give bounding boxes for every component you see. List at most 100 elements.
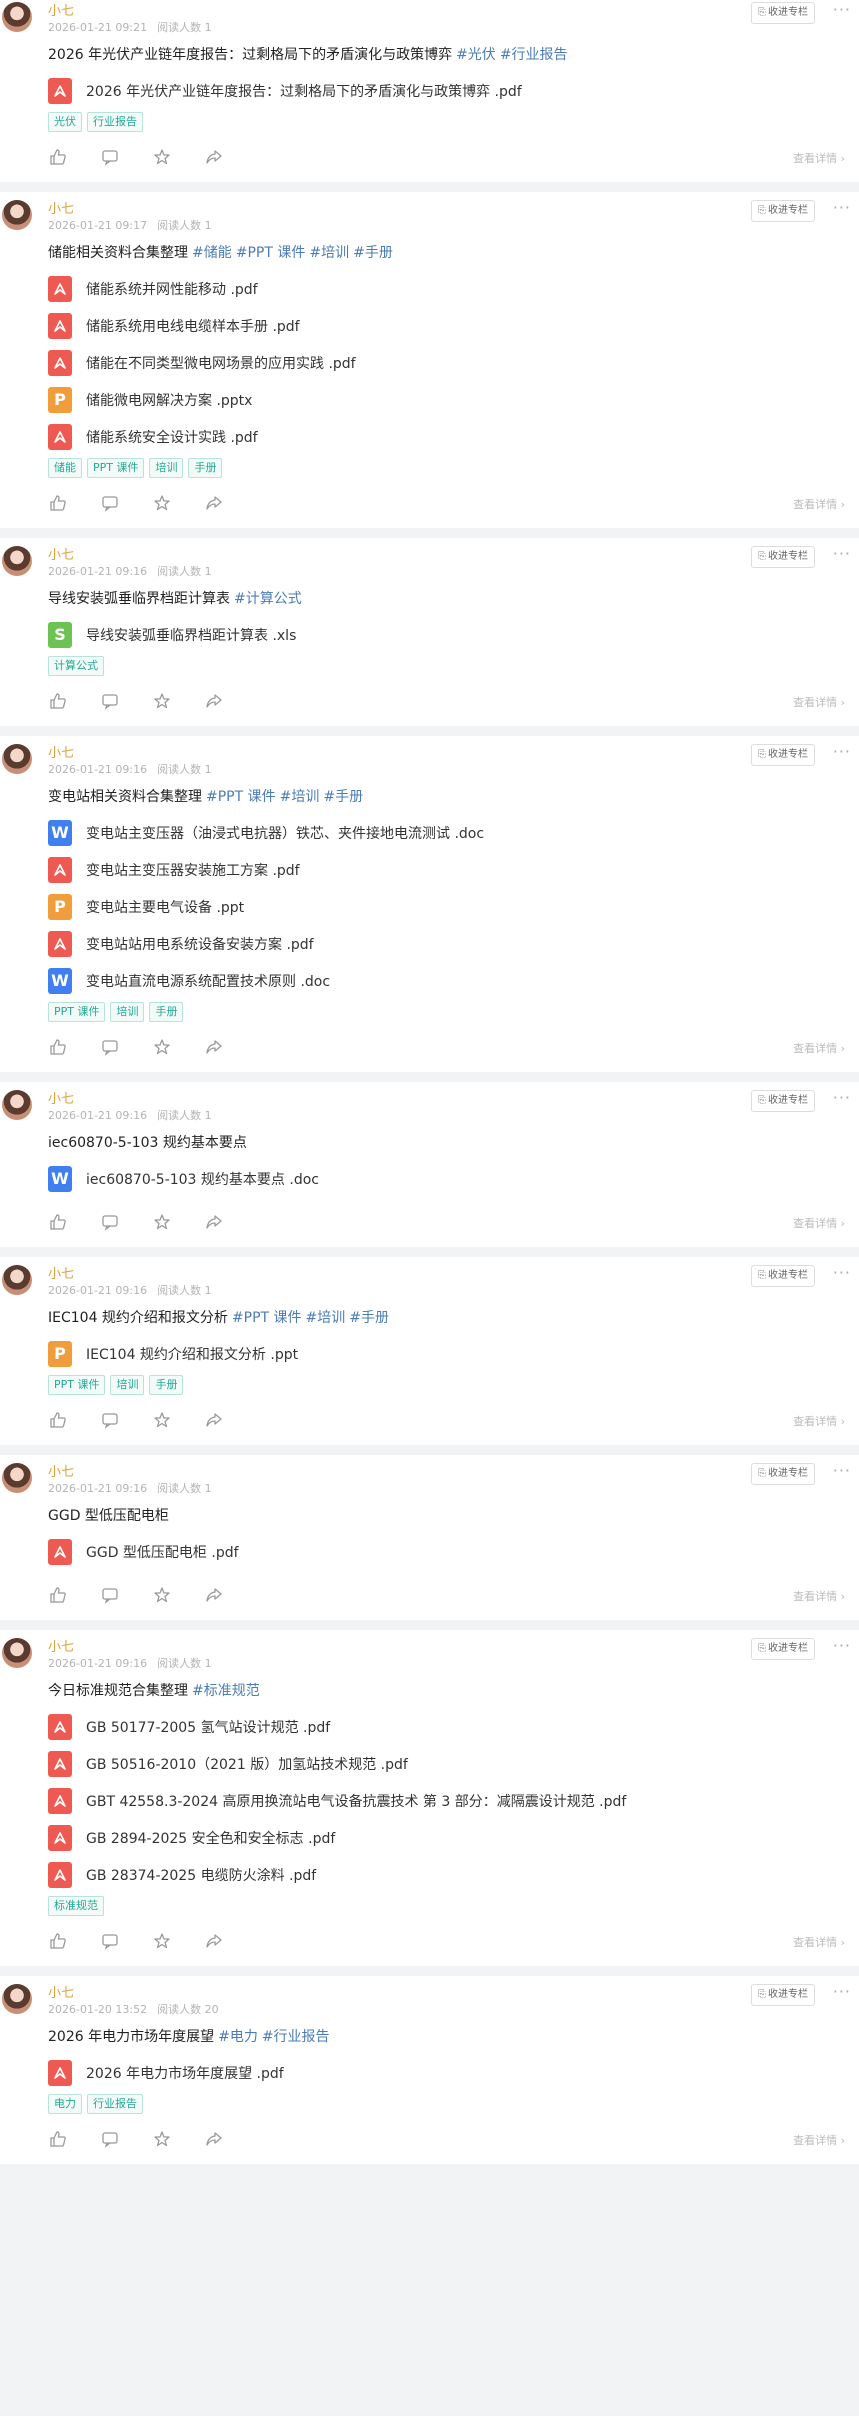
topic-chip[interactable]: 手册 (188, 458, 223, 478)
collect-button[interactable]: ⎘ 收进专栏 (751, 1265, 815, 1287)
hashtag-link[interactable]: #手册 (353, 245, 393, 261)
thumbs-up-icon[interactable] (48, 493, 68, 513)
thumbs-up-icon[interactable] (48, 2129, 68, 2149)
attachment-item[interactable]: 变电站主变压器安装施工方案 .pdf (48, 851, 859, 888)
more-menu-icon[interactable]: ··· (833, 198, 851, 217)
topic-chip[interactable]: PPT 课件 (48, 1002, 106, 1022)
author-name[interactable]: 小七 (48, 0, 74, 19)
collect-button[interactable]: ⎘ 收进专栏 (751, 546, 815, 568)
thumbs-up-icon[interactable] (48, 1212, 68, 1232)
share-icon[interactable] (204, 1037, 224, 1057)
more-menu-icon[interactable]: ··· (833, 1088, 851, 1107)
hashtag-link[interactable]: #培训 (306, 1310, 346, 1326)
topic-chip[interactable]: 计算公式 (48, 656, 104, 676)
thumbs-up-icon[interactable] (48, 1037, 68, 1057)
attachment-item[interactable]: 储能系统安全设计实践 .pdf (48, 418, 859, 455)
comment-icon[interactable] (100, 1037, 120, 1057)
hashtag-link[interactable]: #培训 (280, 789, 320, 805)
collect-button[interactable]: ⎘ 收进专栏 (751, 744, 815, 766)
hashtag-link[interactable]: #光伏 (456, 47, 496, 63)
collect-button[interactable]: ⎘ 收进专栏 (751, 1638, 815, 1660)
attachment-item[interactable]: 2026 年电力市场年度展望 .pdf (48, 2054, 859, 2091)
post-title[interactable]: 今日标准规范合集整理 #标准规范 (48, 1680, 859, 1702)
star-icon[interactable] (152, 1410, 172, 1430)
comment-icon[interactable] (100, 691, 120, 711)
avatar[interactable] (2, 1265, 32, 1295)
more-menu-icon[interactable]: ··· (833, 1263, 851, 1282)
collect-button[interactable]: ⎘ 收进专栏 (751, 1463, 815, 1485)
thumbs-up-icon[interactable] (48, 1931, 68, 1951)
author-name[interactable]: 小七 (48, 1982, 74, 2001)
attachment-item[interactable]: P 变电站主要电气设备 .ppt (48, 888, 859, 925)
attachment-item[interactable]: P IEC104 规约介绍和报文分析 .ppt (48, 1335, 859, 1372)
attachment-item[interactable]: 变电站站用电系统设备安装方案 .pdf (48, 925, 859, 962)
thumbs-up-icon[interactable] (48, 1585, 68, 1605)
star-icon[interactable] (152, 493, 172, 513)
topic-chip[interactable]: 行业报告 (87, 112, 143, 132)
author-name[interactable]: 小七 (48, 1461, 74, 1480)
post-title[interactable]: 储能相关资料合集整理 #储能 #PPT 课件 #培训 #手册 (48, 242, 859, 264)
attachment-item[interactable]: GBT 42558.3-2024 高原用换流站电气设备抗震技术 第 3 部分：减… (48, 1782, 859, 1819)
view-details-link[interactable]: 查看详情 › (793, 1215, 845, 1231)
topic-chip[interactable]: PPT 课件 (87, 458, 145, 478)
post-title[interactable]: GGD 型低压配电柜 (48, 1505, 859, 1527)
collect-button[interactable]: ⎘ 收进专栏 (751, 200, 815, 222)
hashtag-link[interactable]: #PPT 课件 (232, 1310, 302, 1326)
view-details-link[interactable]: 查看详情 › (793, 1413, 845, 1429)
share-icon[interactable] (204, 1585, 224, 1605)
share-icon[interactable] (204, 493, 224, 513)
attachment-item[interactable]: GB 50516-2010（2021 版）加氢站技术规范 .pdf (48, 1745, 859, 1782)
avatar[interactable] (2, 200, 32, 230)
topic-chip[interactable]: 培训 (110, 1002, 145, 1022)
thumbs-up-icon[interactable] (48, 147, 68, 167)
collect-button[interactable]: ⎘ 收进专栏 (751, 1090, 815, 1112)
hashtag-link[interactable]: #标准规范 (192, 1683, 260, 1699)
share-icon[interactable] (204, 1212, 224, 1232)
post-title[interactable]: 变电站相关资料合集整理 #PPT 课件 #培训 #手册 (48, 786, 859, 808)
share-icon[interactable] (204, 1931, 224, 1951)
topic-chip[interactable]: 培训 (149, 458, 184, 478)
hashtag-link[interactable]: #计算公式 (234, 591, 302, 607)
author-name[interactable]: 小七 (48, 1263, 74, 1282)
author-name[interactable]: 小七 (48, 742, 74, 761)
attachment-item[interactable]: 储能系统并网性能移动 .pdf (48, 270, 859, 307)
view-details-link[interactable]: 查看详情 › (793, 1934, 845, 1950)
share-icon[interactable] (204, 2129, 224, 2149)
post-title[interactable]: 2026 年电力市场年度展望 #电力 #行业报告 (48, 2026, 859, 2048)
more-menu-icon[interactable]: ··· (833, 742, 851, 761)
attachment-item[interactable]: 储能系统用电线电缆样本手册 .pdf (48, 307, 859, 344)
post-title[interactable]: iec60870-5-103 规约基本要点 (48, 1132, 859, 1154)
star-icon[interactable] (152, 2129, 172, 2149)
star-icon[interactable] (152, 1037, 172, 1057)
hashtag-link[interactable]: #PPT 课件 (236, 245, 306, 261)
share-icon[interactable] (204, 691, 224, 711)
attachment-item[interactable]: P 储能微电网解决方案 .pptx (48, 381, 859, 418)
more-menu-icon[interactable]: ··· (833, 544, 851, 563)
topic-chip[interactable]: 电力 (48, 2094, 82, 2114)
hashtag-link[interactable]: #手册 (349, 1310, 389, 1326)
view-details-link[interactable]: 查看详情 › (793, 1040, 845, 1056)
more-menu-icon[interactable]: ··· (833, 0, 851, 19)
avatar[interactable] (2, 546, 32, 576)
share-icon[interactable] (204, 1410, 224, 1430)
topic-chip[interactable]: 光伏 (48, 112, 82, 132)
avatar[interactable] (2, 2, 32, 32)
thumbs-up-icon[interactable] (48, 691, 68, 711)
hashtag-link[interactable]: #储能 (192, 245, 232, 261)
author-name[interactable]: 小七 (48, 1636, 74, 1655)
star-icon[interactable] (152, 691, 172, 711)
attachment-item[interactable]: W 变电站直流电源系统配置技术原则 .doc (48, 962, 859, 999)
view-details-link[interactable]: 查看详情 › (793, 694, 845, 710)
topic-chip[interactable]: 标准规范 (48, 1896, 104, 1916)
hashtag-link[interactable]: #手册 (323, 789, 363, 805)
hashtag-link[interactable]: #PPT 课件 (206, 789, 276, 805)
attachment-item[interactable]: 2026 年光伏产业链年度报告：过剩格局下的矛盾演化与政策博弈 .pdf (48, 72, 859, 109)
comment-icon[interactable] (100, 147, 120, 167)
topic-chip[interactable]: 手册 (149, 1002, 184, 1022)
comment-icon[interactable] (100, 1410, 120, 1430)
attachment-item[interactable]: 储能在不同类型微电网场景的应用实践 .pdf (48, 344, 859, 381)
view-details-link[interactable]: 查看详情 › (793, 2132, 845, 2148)
hashtag-link[interactable]: #电力 (218, 2029, 258, 2045)
comment-icon[interactable] (100, 1212, 120, 1232)
share-icon[interactable] (204, 147, 224, 167)
